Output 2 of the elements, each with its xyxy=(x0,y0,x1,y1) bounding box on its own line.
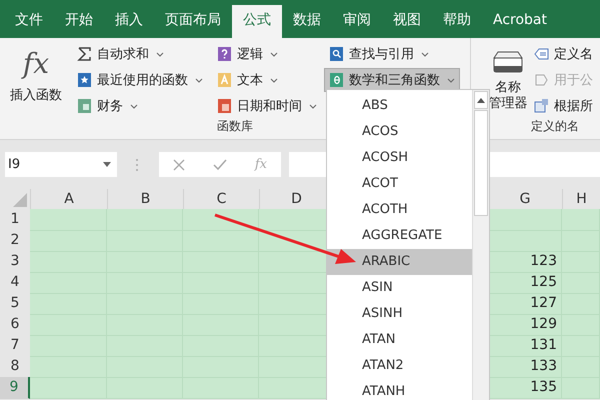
group-label: 函数库 xyxy=(217,118,253,135)
group-label: 定义的名 xyxy=(531,118,579,135)
